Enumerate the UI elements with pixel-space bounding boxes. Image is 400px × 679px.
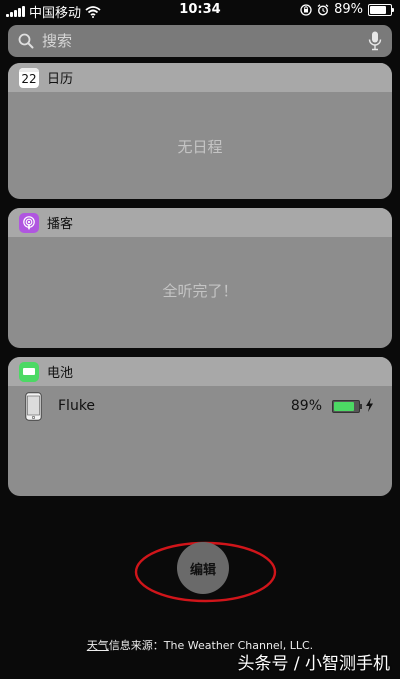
calendar-widget-body: 无日程: [8, 92, 392, 199]
batteries-widget[interactable]: 电池 Fluke 89%: [8, 357, 392, 496]
podcasts-widget-header[interactable]: 播客: [8, 208, 392, 237]
device-name: Fluke: [58, 398, 96, 414]
status-right: 89%: [300, 2, 394, 17]
battery-icon: [368, 3, 394, 16]
iphone-icon: [25, 392, 42, 421]
device-battery-percent: 89%: [290, 398, 322, 414]
calendar-widget-header[interactable]: 22 日历: [8, 63, 392, 92]
watermark: 头条号 / 小智测手机: [237, 654, 390, 674]
search-input[interactable]: [40, 31, 344, 51]
alarm-icon: [317, 3, 329, 16]
weather-link[interactable]: 天气: [87, 639, 109, 652]
device-row: Fluke 89%: [8, 386, 392, 428]
search-bar[interactable]: [8, 25, 392, 57]
calendar-widget-title: 日历: [47, 72, 74, 87]
podcasts-widget-title: 播客: [47, 217, 74, 232]
edit-button[interactable]: 编辑: [177, 542, 229, 594]
calendar-icon-day: 22: [21, 71, 37, 86]
podcast-icon: [19, 212, 39, 233]
search-icon: [18, 33, 34, 49]
calendar-widget[interactable]: 22 日历 无日程: [8, 63, 392, 199]
charging-bolt-icon: [366, 398, 373, 412]
batteries-widget-header[interactable]: 电池: [8, 357, 392, 386]
battery-percent: 89%: [334, 2, 363, 17]
podcasts-widget-body: 全听完了！: [8, 237, 392, 348]
calendar-empty-text: 无日程: [177, 138, 223, 156]
device-battery-icon: [332, 400, 362, 413]
batteries-widget-title: 电池: [47, 366, 74, 381]
microphone-icon[interactable]: [368, 31, 382, 51]
rotation-lock-icon: [300, 3, 312, 16]
podcasts-widget[interactable]: 播客 全听完了！: [8, 208, 392, 348]
podcasts-empty-text: 全听完了！: [162, 282, 238, 300]
battery-widget-icon: [19, 361, 39, 382]
batteries-widget-body: Fluke 89%: [8, 386, 392, 496]
status-bar: 中国移动 10:34 89%: [0, 0, 400, 21]
calendar-icon: 22: [19, 67, 39, 88]
